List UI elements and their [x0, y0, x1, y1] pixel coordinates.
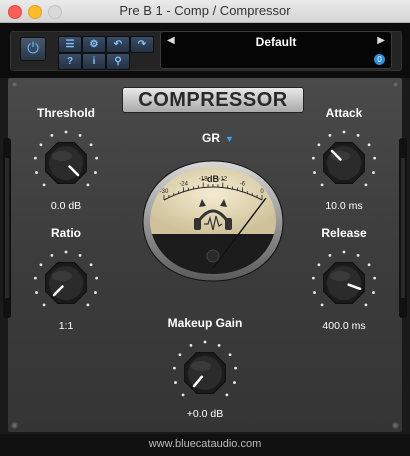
ratio-value: 1:1: [58, 320, 74, 332]
meter-source-label: GR: [202, 131, 220, 145]
plugin-window: Pre B 1 - Comp / Compressor ⏻ ☰ ⚙ ↶ ↷ ? …: [0, 0, 410, 456]
window-title: Pre B 1 - Comp / Compressor: [119, 3, 291, 18]
release-value: 400.0 ms: [322, 320, 366, 332]
power-button[interactable]: ⏻: [20, 37, 46, 61]
plugin-title: COMPRESSOR: [122, 87, 304, 113]
next-preset-arrow-icon[interactable]: ▶: [377, 35, 385, 46]
screw-icon: [392, 81, 399, 88]
release-knob[interactable]: [309, 248, 379, 318]
threshold-label: Threshold: [36, 106, 95, 120]
power-icon: ⏻: [27, 40, 39, 57]
makeup-gain-knob[interactable]: [170, 338, 240, 408]
screw-icon: [11, 422, 18, 429]
search-button[interactable]: ⚲: [106, 53, 130, 70]
left-side-rail: [3, 138, 11, 318]
threshold-knob[interactable]: [31, 128, 101, 198]
undo-icon: ↶: [113, 39, 123, 50]
threshold-value: 0.0 dB: [50, 200, 82, 212]
preset-count-badge: 0: [374, 54, 385, 65]
redo-icon: ↷: [137, 39, 147, 50]
makeup-gain-value: +0.0 dB: [186, 408, 224, 420]
undo-button[interactable]: ↶: [106, 36, 130, 53]
footer-bar: www.bluecataudio.com: [0, 434, 410, 456]
search-icon: ⚲: [114, 56, 122, 67]
meter-scale-label: -12: [218, 177, 227, 183]
makeup-gain-label: Makeup Gain: [167, 316, 243, 330]
redo-button[interactable]: ↷: [130, 36, 154, 53]
attack-knob[interactable]: [309, 128, 379, 198]
ratio-label: Ratio: [51, 226, 81, 240]
menu-button[interactable]: ☰: [58, 36, 82, 53]
menu-icon: ☰: [65, 39, 75, 50]
preset-selector[interactable]: ◀ Default ▶ 0: [160, 31, 392, 69]
meter-scale-label: -6: [240, 181, 246, 187]
plugin-toolbar: ⏻ ☰ ⚙ ↶ ↷ ? i ⚲ ◀ Default ▶ 0: [0, 23, 410, 78]
screw-icon: [392, 422, 399, 429]
release-label: Release: [321, 226, 367, 240]
screw-icon: [11, 81, 18, 88]
settings-button[interactable]: ⚙: [82, 36, 106, 53]
dropdown-arrow-icon: ▼: [225, 134, 234, 144]
plugin-body: COMPRESSOR GR ▼ Threshold 0.0 dB Ratio 1:…: [0, 78, 410, 434]
gain-reduction-meter: - dB - -30-24-18 -12-60: [142, 160, 284, 282]
meter-source-selector[interactable]: GR ▼: [202, 131, 234, 145]
ratio-knob[interactable]: [31, 248, 101, 318]
meter-scale-label: -18: [199, 177, 208, 183]
website-link[interactable]: www.bluecataudio.com: [0, 438, 410, 450]
attack-label: Attack: [325, 106, 363, 120]
help-button[interactable]: ?: [58, 53, 82, 70]
info-button[interactable]: i: [82, 53, 106, 70]
window-titlebar: Pre B 1 - Comp / Compressor: [0, 0, 410, 23]
attack-value: 10.0 ms: [325, 200, 363, 212]
meter-scale-label: -24: [179, 181, 188, 187]
preset-name: Default: [255, 35, 297, 49]
compressor-panel: COMPRESSOR GR ▼ Threshold 0.0 dB Ratio 1:…: [3, 78, 407, 432]
info-icon: i: [92, 56, 96, 67]
gear-icon: ⚙: [89, 39, 99, 50]
right-side-rail: [399, 138, 407, 318]
help-icon: ?: [66, 56, 74, 67]
meter-scale-label: -30: [160, 189, 169, 195]
